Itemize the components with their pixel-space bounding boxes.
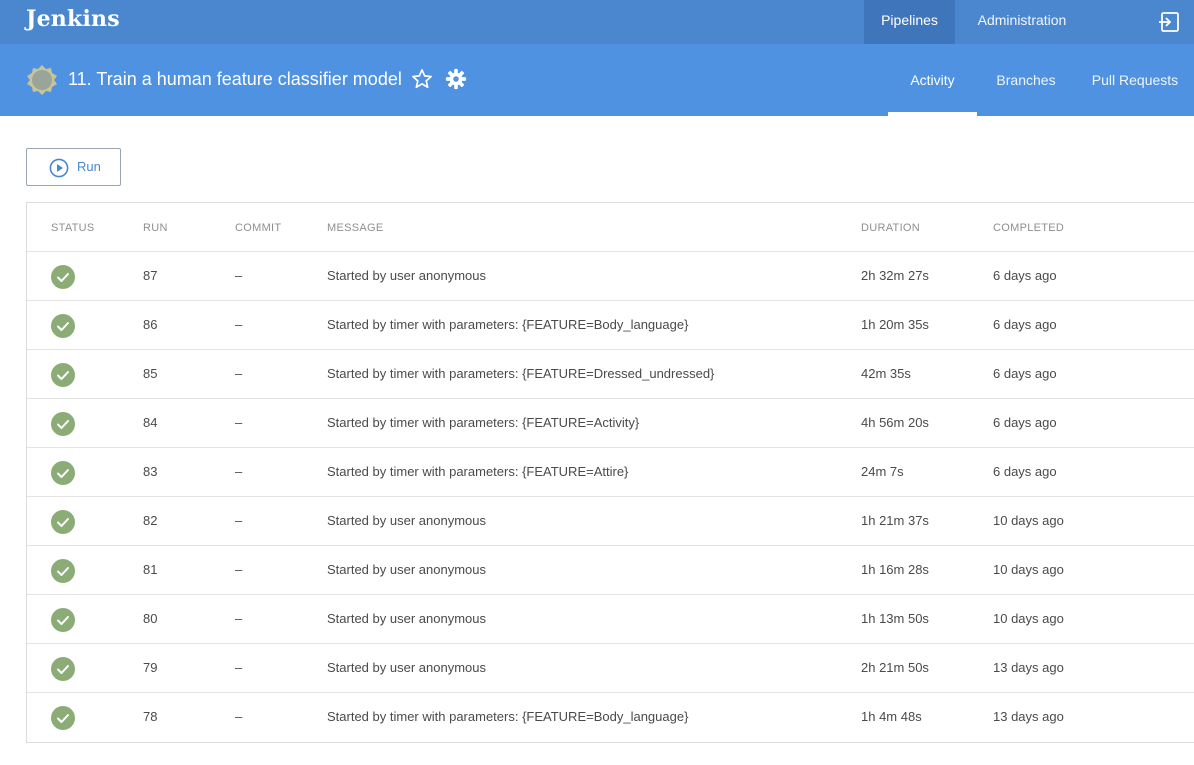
column-header-duration: DURATION xyxy=(861,222,921,234)
run-number: 84 xyxy=(143,415,158,430)
run-duration: 1h 13m 50s xyxy=(861,611,929,626)
run-duration: 1h 21m 37s xyxy=(861,513,929,528)
top-bar: Jenkins Pipelines Administration xyxy=(0,0,1194,44)
table-row[interactable]: 84 – Started by timer with parameters: {FE… xyxy=(27,399,1194,448)
status-success-icon xyxy=(51,461,75,485)
table-row[interactable]: 82 – Started by user anonymous 1h 21m 37s 10… xyxy=(27,497,1194,546)
run-completed: 10 days ago xyxy=(993,562,1064,577)
logout-icon[interactable] xyxy=(1158,11,1180,33)
run-message: Started by timer with parameters: {FEATU… xyxy=(327,464,629,479)
run-completed: 13 days ago xyxy=(993,709,1064,724)
tab-activity[interactable]: Activity xyxy=(888,44,977,116)
run-number: 81 xyxy=(143,562,158,577)
commit-id: – xyxy=(235,415,243,430)
favorite-star-icon[interactable] xyxy=(411,68,433,90)
status-success-icon xyxy=(51,657,75,681)
table-header: STATUS RUN COMMIT MESSAGE DURATION COMPL… xyxy=(27,203,1194,252)
run-completed: 10 days ago xyxy=(993,513,1064,528)
run-duration: 2h 21m 50s xyxy=(861,660,929,675)
play-circle-icon xyxy=(49,158,69,178)
table-row[interactable]: 86 – Started by timer with parameters: {FE… xyxy=(27,301,1194,350)
table-row[interactable]: 80 – Started by user anonymous 1h 13m 50s 10… xyxy=(27,595,1194,644)
run-message: Started by timer with parameters: {FEATU… xyxy=(327,317,689,332)
run-message: Started by user anonymous xyxy=(327,562,486,577)
commit-id: – xyxy=(235,268,243,283)
table-row[interactable]: 83 – Started by timer with parameters: {FE… xyxy=(27,448,1194,497)
run-completed: 13 days ago xyxy=(993,660,1064,675)
nav-administration[interactable]: Administration xyxy=(966,0,1078,44)
run-completed: 6 days ago xyxy=(993,268,1057,283)
commit-id: – xyxy=(235,660,243,675)
table-row[interactable]: 79 – Started by user anonymous 2h 21m 50s 13… xyxy=(27,644,1194,693)
run-duration: 42m 35s xyxy=(861,366,911,381)
commit-id: – xyxy=(235,366,243,381)
run-number: 80 xyxy=(143,611,158,626)
run-duration: 1h 20m 35s xyxy=(861,317,929,332)
run-completed: 6 days ago xyxy=(993,366,1057,381)
pipeline-header: 11. Train a human feature classifier mod… xyxy=(0,44,1194,116)
tab-branches[interactable]: Branches xyxy=(985,44,1067,116)
column-header-run: RUN xyxy=(143,222,168,234)
status-success-icon xyxy=(51,510,75,534)
commit-id: – xyxy=(235,317,243,332)
commit-id: – xyxy=(235,562,243,577)
run-button[interactable]: Run xyxy=(26,148,121,186)
table-row[interactable]: 81 – Started by user anonymous 1h 16m 28s 10… xyxy=(27,546,1194,595)
runs-table: STATUS RUN COMMIT MESSAGE DURATION COMPL… xyxy=(26,202,1194,743)
jenkins-logo[interactable]: Jenkins xyxy=(26,6,120,32)
run-message: Started by timer with parameters: {FEATU… xyxy=(327,366,715,381)
run-number: 82 xyxy=(143,513,158,528)
table-row[interactable]: 87 – Started by user anonymous 2h 32m 27s 6 … xyxy=(27,252,1194,301)
status-success-icon xyxy=(51,608,75,632)
commit-id: – xyxy=(235,513,243,528)
table-row[interactable]: 85 – Started by timer with parameters: {FE… xyxy=(27,350,1194,399)
tab-pull-requests[interactable]: Pull Requests xyxy=(1084,44,1186,116)
nav-pipelines[interactable]: Pipelines xyxy=(864,0,955,44)
status-success-icon xyxy=(51,265,75,289)
column-header-message: MESSAGE xyxy=(327,222,384,234)
run-duration: 4h 56m 20s xyxy=(861,415,929,430)
pipeline-title: 11. Train a human feature classifier mod… xyxy=(68,69,402,89)
run-completed: 10 days ago xyxy=(993,611,1064,626)
run-duration: 2h 32m 27s xyxy=(861,268,929,283)
run-completed: 6 days ago xyxy=(993,317,1057,332)
status-success-icon xyxy=(51,706,75,730)
run-number: 87 xyxy=(143,268,158,283)
run-number: 85 xyxy=(143,366,158,381)
column-header-status: STATUS xyxy=(51,222,95,234)
status-success-icon xyxy=(51,314,75,338)
run-button-label: Run xyxy=(77,159,101,174)
run-duration: 24m 7s xyxy=(861,464,904,479)
settings-gear-icon[interactable] xyxy=(445,68,467,90)
run-message: Started by user anonymous xyxy=(327,513,486,528)
run-message: Started by user anonymous xyxy=(327,611,486,626)
run-number: 83 xyxy=(143,464,158,479)
commit-id: – xyxy=(235,709,243,724)
run-number: 79 xyxy=(143,660,158,675)
column-header-commit: COMMIT xyxy=(235,222,282,234)
run-duration: 1h 4m 48s xyxy=(861,709,922,724)
commit-id: – xyxy=(235,611,243,626)
column-header-completed: COMPLETED xyxy=(993,222,1065,234)
run-duration: 1h 16m 28s xyxy=(861,562,929,577)
run-number: 78 xyxy=(143,709,158,724)
run-completed: 6 days ago xyxy=(993,464,1057,479)
status-success-icon xyxy=(51,559,75,583)
run-message: Started by user anonymous xyxy=(327,660,486,675)
run-message: Started by timer with parameters: {FEATU… xyxy=(327,709,689,724)
run-message: Started by user anonymous xyxy=(327,268,486,283)
run-number: 86 xyxy=(143,317,158,332)
commit-id: – xyxy=(235,464,243,479)
run-completed: 6 days ago xyxy=(993,415,1057,430)
status-success-icon xyxy=(51,363,75,387)
table-row[interactable]: 78 – Started by timer with parameters: {FE… xyxy=(27,693,1194,742)
status-success-icon xyxy=(51,412,75,436)
weather-cloudy-icon xyxy=(26,64,58,96)
run-message: Started by timer with parameters: {FEATU… xyxy=(327,415,640,430)
